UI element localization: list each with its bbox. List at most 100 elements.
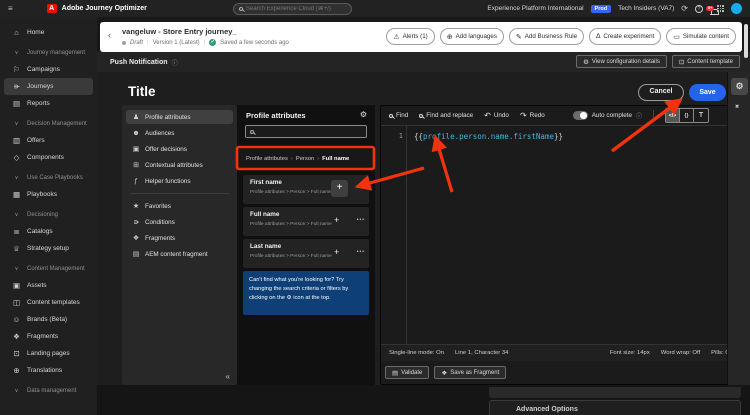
collapse-panel-icon[interactable]: « [226,372,230,381]
redo-button[interactable]: ↷Redo [520,111,545,120]
nav-item-favorites[interactable]: ★Favorites [126,199,233,213]
add-attribute-button[interactable]: + [334,247,339,258]
sidebar-item-translations[interactable]: ⊕Translations [0,362,97,379]
attribute-search-input[interactable] [257,129,362,135]
info-icon[interactable]: ⓘ [172,58,178,67]
validate-button[interactable]: ▤Validate [385,366,429,379]
simulate-content-button[interactable]: ▭Simulate content [666,28,736,45]
sidebar-item-journeys[interactable]: ⋔Journeys [4,78,93,95]
sidebar-section-use-case-playbooks[interactable]: ∨ Use Case Playbooks [0,169,97,186]
sidebar-item-content-templates[interactable]: ◫Content templates [0,294,97,311]
cancel-button[interactable]: Cancel [638,84,684,101]
add-attribute-button[interactable]: + [331,180,348,197]
wand-icon[interactable]: ✦ [732,101,743,112]
view-configuration-button[interactable]: ⚙View configuration details [576,55,667,68]
mode-expression-button[interactable]: {} [680,109,694,122]
global-search-input[interactable] [246,6,346,12]
undo-button[interactable]: ↶Undo [484,111,509,120]
advanced-options-panel[interactable]: Advanced Options [489,400,741,415]
breadcrumb[interactable]: Profile attributes › Person › Full name [237,149,375,169]
org-name[interactable]: Experience Platform International [487,5,583,12]
sidebar-section-decision-management[interactable]: ∨Decision Management [0,115,97,132]
user-avatar[interactable] [731,3,742,14]
more-options-icon[interactable]: ••• [357,217,365,223]
sidebar-item-strategy-setup[interactable]: ♕Strategy setup [0,240,97,257]
find-replace-button[interactable]: Find and replace [419,112,473,119]
font-size-status[interactable]: Font size: 14px [610,350,650,356]
saved-status: Saved a few seconds ago [220,40,289,46]
sidebar-label: Use Case Playbooks [27,175,83,181]
settings-gear-icon[interactable]: ⚙ [731,78,748,95]
save-button[interactable]: Save [689,84,726,101]
offer-decisions-icon: ▣ [132,145,140,153]
settings-gear-icon[interactable]: ⚙ [360,110,367,119]
save-as-fragment-button[interactable]: ❖Save as Fragment [434,366,506,379]
code-area[interactable]: 1 {{profile.person.name.firstName}} [381,126,741,344]
sidebar-item-landing-pages[interactable]: ⊡Landing pages [0,345,97,362]
global-search[interactable] [233,3,352,15]
nav-item-fragments[interactable]: ❖Fragments [126,231,233,245]
attribute-search[interactable] [245,125,367,138]
nav-item-profile-attributes[interactable]: ♟Profile attributes [126,110,233,124]
sidebar-section-decisioning[interactable]: ∨Decisioning [0,206,97,223]
sidebar-item-offers[interactable]: ▥Offers [0,132,97,149]
redo-icon: ↷ [520,111,527,120]
sidebar-label: Journey management [27,50,85,56]
sidebar-item-components[interactable]: ◇Components [0,149,97,166]
sidebar-item-assets[interactable]: ▣Assets [0,277,97,294]
autocomplete-toggle[interactable] [573,111,588,120]
components-icon: ◇ [12,153,21,162]
attribute-row-first-name[interactable]: First name Profile attributes > Person >… [243,175,369,204]
alerts-button[interactable]: ⚠Alerts (1) [386,28,434,45]
search-icon [250,130,254,134]
assets-icon: ▣ [12,281,21,290]
chevron-down-icon: ∨ [12,175,21,181]
create-experiment-button[interactable]: ∆Create experiment [589,28,661,45]
mode-code-button[interactable]: </> [666,109,680,122]
vertical-scrollbar-thumb[interactable] [744,24,748,58]
nav-item-aem-content-fragment[interactable]: ▤AEM content fragment [126,247,233,261]
sidebar-item-fragments[interactable]: ❖Fragments [0,328,97,345]
word-wrap-status[interactable]: Word wrap: Off [661,350,700,356]
help-icon[interactable]: ? [695,5,703,13]
attributes-nav-panel: ♟Profile attributes ☻Audiences ▣Offer de… [122,105,237,385]
nav-item-helper-functions[interactable]: ƒHelper functions [126,174,233,188]
nav-item-conditions[interactable]: ⋔Conditions [126,215,233,229]
add-attribute-button[interactable]: + [334,215,339,226]
code-line[interactable]: {{profile.person.name.firstName}} [414,132,563,141]
sidebar-item-brands[interactable]: ☺Brands (Beta) [0,311,97,328]
attribute-row-last-name[interactable]: Last name Profile attributes > Person > … [243,239,369,268]
journey-version[interactable]: Version 1 (Latest) [153,40,200,46]
attribute-row-full-name[interactable]: Full name Profile attributes > Person > … [243,207,369,236]
add-business-rule-button[interactable]: ✎Add Business Rule [509,28,584,45]
nav-item-offer-decisions[interactable]: ▣Offer decisions [126,142,233,156]
tenant-name[interactable]: Tech Insiders (VA7) [618,5,674,12]
sidebar-section-data-management[interactable]: ∨Data management [0,382,97,399]
hamburger-menu-icon[interactable]: ≡ [8,4,13,13]
nav-item-audiences[interactable]: ☻Audiences [126,126,233,140]
offers-icon: ▥ [12,136,21,145]
content-template-button[interactable]: ⊡Content template [672,55,740,68]
sidebar-section-journey-management[interactable]: ∨Journey management [0,44,97,61]
mode-text-button[interactable]: T [694,109,708,122]
find-button[interactable]: Find [389,112,408,119]
more-options-icon[interactable]: ••• [357,185,365,191]
divider [653,110,654,122]
sidebar-item-catalogs[interactable]: ≣Catalogs [0,223,97,240]
sidebar-item-campaigns[interactable]: ⚐Campaigns [0,61,97,78]
sidebar-item-playbooks[interactable]: ▦Playbooks [0,186,97,203]
sidebar-item-reports[interactable]: ▤Reports [0,95,97,112]
env-badge[interactable]: Prod [591,5,612,13]
more-options-icon[interactable]: ••• [357,249,365,255]
right-tool-strip: ⚙ ✦ [727,72,750,385]
add-languages-button[interactable]: ⊕Add languages [440,28,504,45]
nav-item-contextual-attributes[interactable]: ⊞Contextual attributes [126,158,233,172]
sync-icon[interactable]: ⟳ [681,5,688,13]
info-icon[interactable]: ⓘ [636,111,642,120]
sidebar-section-content-management[interactable]: ∨Content Management [0,260,97,277]
sidebar-item-home[interactable]: ⌂Home [0,24,97,41]
config-icon: ⚙ [583,58,589,66]
reports-icon: ▤ [12,99,21,108]
attribute-picker-panel: Profile attributes ⚙ Profile attributes … [237,105,375,385]
back-chevron-icon[interactable]: ‹ [108,30,111,40]
